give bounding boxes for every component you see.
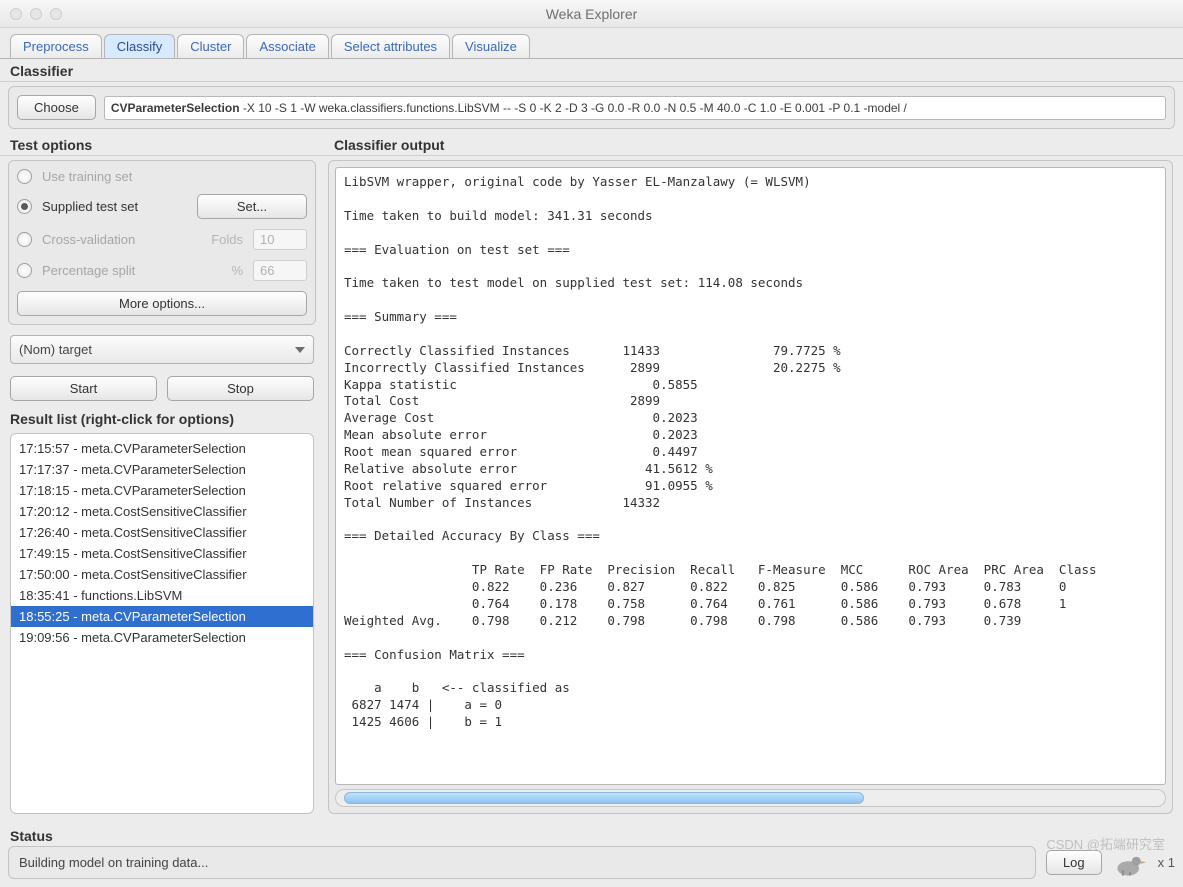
test-options-title: Test options — [0, 133, 324, 156]
radio-icon[interactable] — [17, 232, 32, 247]
classifier-output-text[interactable]: LibSVM wrapper, original code by Yasser … — [335, 167, 1166, 785]
horizontal-scrollbar[interactable] — [335, 789, 1166, 807]
radio-icon[interactable] — [17, 169, 32, 184]
list-item[interactable]: 17:18:15 - meta.CVParameterSelection — [11, 480, 313, 501]
tab-associate[interactable]: Associate — [246, 34, 328, 58]
tab-cluster[interactable]: Cluster — [177, 34, 244, 58]
opt-pct-label: Percentage split — [42, 263, 135, 278]
pct-symbol: % — [231, 263, 243, 278]
tab-visualize[interactable]: Visualize — [452, 34, 530, 58]
opt-percentage-split[interactable]: Percentage split % 66 — [17, 260, 307, 281]
choose-button[interactable]: Choose — [17, 95, 96, 120]
status-text: Building model on training data... — [8, 846, 1036, 879]
opt-supplied-test[interactable]: Supplied test set Set... — [17, 194, 307, 219]
result-list-title: Result list (right-click for options) — [0, 407, 324, 429]
classifier-output-title: Classifier output — [324, 133, 1183, 156]
list-item[interactable]: 17:50:00 - meta.CostSensitiveClassifier — [11, 564, 313, 585]
main-tabs: Preprocess Classify Cluster Associate Se… — [0, 28, 1183, 59]
tab-classify[interactable]: Classify — [104, 34, 176, 58]
list-item[interactable]: 18:55:25 - meta.CVParameterSelection — [11, 606, 313, 627]
classifier-algo-name: CVParameterSelection — [111, 101, 240, 115]
classifier-panel: Choose CVParameterSelection -X 10 -S 1 -… — [8, 86, 1175, 129]
start-button[interactable]: Start — [10, 376, 157, 401]
classifier-section-title: Classifier — [0, 59, 1183, 82]
opt-supplied-label: Supplied test set — [42, 199, 138, 214]
opt-cross-validation[interactable]: Cross-validation Folds 10 — [17, 229, 307, 250]
target-attribute-dropdown[interactable]: (Nom) target — [10, 335, 314, 364]
titlebar: Weka Explorer — [0, 0, 1183, 28]
classifier-string[interactable]: CVParameterSelection -X 10 -S 1 -W weka.… — [104, 96, 1166, 120]
list-item[interactable]: 17:15:57 - meta.CVParameterSelection — [11, 438, 313, 459]
opt-use-training[interactable]: Use training set — [17, 169, 307, 184]
opt-cross-val-label: Cross-validation — [42, 232, 135, 247]
weka-bird-icon — [1112, 848, 1148, 878]
scrollbar-thumb[interactable] — [344, 792, 864, 804]
folds-label: Folds — [211, 232, 243, 247]
test-options-panel: Use training set Supplied test set Set..… — [8, 160, 316, 325]
list-item[interactable]: 18:35:41 - functions.LibSVM — [11, 585, 313, 606]
classifier-output-panel: LibSVM wrapper, original code by Yasser … — [328, 160, 1173, 814]
chevron-down-icon — [295, 347, 305, 353]
opt-use-training-label: Use training set — [42, 169, 132, 184]
window-title: Weka Explorer — [0, 6, 1183, 22]
tab-select-attributes[interactable]: Select attributes — [331, 34, 450, 58]
more-options-button[interactable]: More options... — [17, 291, 307, 316]
radio-icon[interactable] — [17, 263, 32, 278]
stop-button[interactable]: Stop — [167, 376, 314, 401]
pct-input[interactable]: 66 — [253, 260, 307, 281]
folds-input[interactable]: 10 — [253, 229, 307, 250]
list-item[interactable]: 17:17:37 - meta.CVParameterSelection — [11, 459, 313, 480]
classifier-algo-args: -X 10 -S 1 -W weka.classifiers.functions… — [240, 101, 907, 115]
radio-icon[interactable] — [17, 199, 32, 214]
list-item[interactable]: 19:09:56 - meta.CVParameterSelection — [11, 627, 313, 648]
status-title: Status — [0, 824, 1183, 846]
log-button[interactable]: Log — [1046, 850, 1102, 875]
list-item[interactable]: 17:26:40 - meta.CostSensitiveClassifier — [11, 522, 313, 543]
set-button[interactable]: Set... — [197, 194, 307, 219]
list-item[interactable]: 17:20:12 - meta.CostSensitiveClassifier — [11, 501, 313, 522]
list-item[interactable]: 17:49:15 - meta.CostSensitiveClassifier — [11, 543, 313, 564]
result-list[interactable]: 17:15:57 - meta.CVParameterSelection 17:… — [10, 433, 314, 814]
activity-count: x 1 — [1158, 855, 1175, 870]
target-attribute-label: (Nom) target — [19, 342, 92, 357]
tab-preprocess[interactable]: Preprocess — [10, 34, 102, 58]
